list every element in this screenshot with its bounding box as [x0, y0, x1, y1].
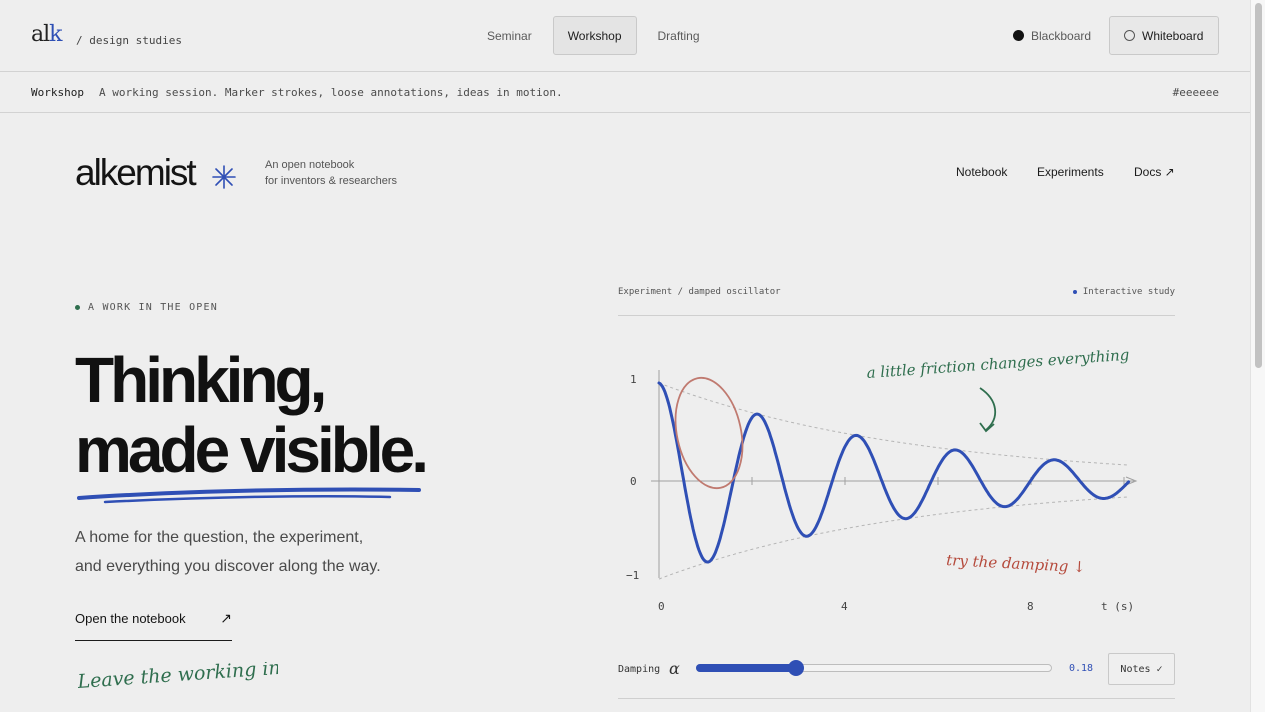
annotation-damping: try the damping ↓: [946, 551, 1086, 576]
mode-description-bar: Workshop A working session. Marker strok…: [0, 72, 1250, 113]
theme-blackboard-label: Blackboard: [1031, 28, 1092, 43]
open-circle-icon: [1124, 30, 1135, 41]
asterisk-icon: [212, 165, 236, 189]
notes-label: Notes: [1120, 663, 1151, 675]
theme-blackboard[interactable]: Blackboard: [998, 16, 1106, 55]
lede-line: and everything you discover along the wa…: [75, 558, 381, 575]
y-tick-label: 1: [630, 373, 637, 386]
tagline-line: for inventors & researchers: [265, 175, 398, 187]
nav-notebook[interactable]: Notebook: [956, 165, 1007, 179]
scrollbar-thumb[interactable]: [1255, 3, 1262, 368]
experiment-badge-label: Interactive study: [1082, 287, 1175, 297]
y-tick-label: 0: [630, 475, 637, 488]
oscillator-plot[interactable]: 1 0 −1 0 4 8 t (s) a little friction cha…: [618, 330, 1175, 620]
annotation-friction: a little friction changes everything: [866, 346, 1130, 382]
marker-underline: [77, 487, 421, 504]
hero-headline: Thinking, made visible.: [75, 344, 429, 486]
nav-experiments[interactable]: Experiments: [1037, 165, 1104, 179]
cta-label: Open the notebook: [75, 611, 186, 626]
headline-line: Thinking,: [75, 344, 327, 416]
green-dot-icon: [75, 305, 80, 310]
open-notebook-link[interactable]: Open the notebook ↗: [75, 610, 232, 641]
x-tick-label: 4: [841, 600, 848, 613]
damping-value: 0.18: [1069, 663, 1094, 674]
top-bar: alk / design studies Seminar Workshop Dr…: [0, 0, 1250, 72]
experiment-badge: Interactive study: [1072, 287, 1175, 297]
brand-wordmark[interactable]: alkemist: [75, 152, 197, 194]
mode-drafting[interactable]: Drafting: [643, 16, 715, 55]
hero-lede: A home for the question, the experiment,…: [75, 523, 435, 581]
experiment-title: Experiment / damped oscillator: [618, 287, 781, 297]
filled-circle-icon: [1013, 30, 1024, 41]
alpha-symbol: α: [669, 659, 680, 678]
damping-control: Damping α 0.18 Notes ✓: [618, 652, 1175, 688]
damped-wave: [657, 381, 1131, 564]
headline-line: made visible.: [75, 414, 429, 486]
damping-label: Damping: [618, 664, 661, 675]
damping-slider-fill: [696, 664, 796, 672]
brand-tagline: An open notebook for inventors & researc…: [265, 157, 397, 189]
eyebrow: A WORK IN THE OPEN: [75, 302, 218, 313]
theme-whiteboard-label: Whiteboard: [1142, 28, 1204, 43]
handwritten-note: Leave the working in.: [78, 662, 278, 693]
handwritten-note-text: Leave the working in.: [78, 662, 278, 693]
breadcrumb: / design studies: [76, 34, 182, 47]
app-logo[interactable]: alk: [31, 22, 63, 47]
background-hex: #eeeeee: [1172, 86, 1219, 99]
mode-label: Workshop: [31, 86, 84, 99]
envelope-upper: [658, 382, 1129, 466]
arrow-up-right-icon: ↗: [220, 610, 232, 626]
x-tick-label: 8: [1027, 600, 1034, 613]
blue-dot-icon: [1072, 290, 1077, 294]
damping-slider-handle[interactable]: [787, 660, 804, 676]
x-tick-label: 0: [658, 600, 665, 613]
x-axis-label: t (s): [1101, 600, 1134, 613]
mode-switcher: Seminar Workshop Drafting: [472, 16, 715, 55]
notes-button[interactable]: Notes ✓: [1108, 653, 1175, 685]
y-tick-label: −1: [626, 569, 639, 582]
tick-labels: 1 0 −1 0 4 8 t (s): [626, 373, 1134, 613]
highlight-ellipse: [674, 376, 744, 490]
page-scrollbar[interactable]: [1250, 0, 1265, 712]
theme-whiteboard[interactable]: Whiteboard: [1109, 16, 1219, 55]
lede-line: A home for the question, the experiment,: [75, 529, 364, 546]
curved-arrow-icon: [979, 387, 996, 431]
mode-workshop[interactable]: Workshop: [552, 16, 637, 55]
nav-docs[interactable]: Docs ↗: [1134, 165, 1175, 179]
plot-axes: [651, 370, 1138, 578]
mode-seminar[interactable]: Seminar: [472, 16, 547, 55]
check-icon: ✓: [1156, 663, 1163, 675]
eyebrow-text: A WORK IN THE OPEN: [88, 302, 218, 313]
experiment-header: Experiment / damped oscillator Interacti…: [618, 287, 1175, 316]
mode-description: A working session. Marker strokes, loose…: [99, 86, 563, 99]
divider: [618, 698, 1175, 699]
tagline-line: An open notebook: [265, 159, 355, 171]
